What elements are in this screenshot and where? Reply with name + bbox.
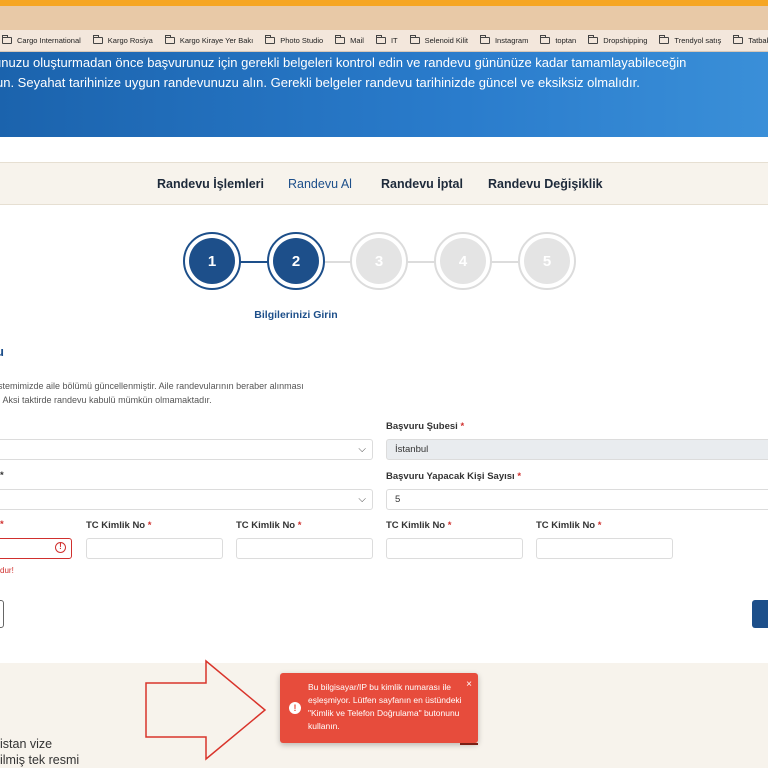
nav-randevu-al[interactable]: Randevu Al	[288, 177, 352, 191]
bookmark-instagram[interactable]: Instagram	[479, 35, 528, 45]
bookmark-it[interactable]: IT	[375, 35, 398, 45]
folder-icon	[335, 35, 346, 44]
folder-icon	[733, 35, 744, 44]
hero-banner: unuzu oluşturmadan önce başvurunuz için …	[0, 52, 768, 137]
step-connector-3	[407, 261, 435, 263]
tc-input-5[interactable]	[536, 538, 673, 559]
step-3: 3	[350, 232, 408, 290]
close-icon[interactable]: ×	[466, 678, 472, 691]
persons-label: Başvuru Yapacak Kişi Sayısı *	[386, 471, 522, 482]
footer-text-line-2: ilmiş tek resmi	[0, 753, 80, 767]
back-button[interactable]	[0, 600, 4, 628]
step-connector-1	[240, 261, 268, 263]
branch-field: İstanbul	[386, 439, 768, 460]
folder-icon	[2, 35, 12, 44]
tc-input-1-error[interactable]: !	[0, 538, 72, 559]
tc-label-3: TC Kimlik No *	[236, 520, 302, 531]
error-icon: !	[55, 542, 66, 553]
bookmark-cargo-international[interactable]: Cargo International	[2, 35, 81, 45]
folder-icon	[164, 35, 175, 44]
nav-randevu-degisiklik[interactable]: Randevu Değişiklik	[488, 177, 603, 191]
step-4: 4	[434, 232, 492, 290]
chevron-down-icon: ⌵	[358, 444, 366, 455]
folder-icon	[659, 35, 670, 44]
persons-field[interactable]: 5	[386, 489, 768, 510]
folder-icon	[540, 35, 551, 44]
step-2: 2	[267, 232, 325, 290]
tc-label-5: TC Kimlik No *	[536, 520, 602, 531]
select-field-left-2[interactable]: ⌵	[0, 489, 373, 510]
nav-randevu-iptal[interactable]: Randevu İptal	[381, 177, 463, 191]
bookmark-mail[interactable]: Mail	[335, 35, 364, 45]
step-1-number: 1	[189, 238, 235, 284]
footer-text-line-1: istan vize	[0, 737, 53, 751]
folder-icon	[92, 35, 103, 44]
bookmark-photo-studio[interactable]: Photo Studio	[265, 35, 323, 45]
tc-input-3[interactable]	[236, 538, 373, 559]
folder-icon	[409, 35, 420, 44]
toast-message: Bu bilgisayar/IP bu kimlik numarası ile …	[308, 682, 462, 731]
bookmark-kargo-kiraye[interactable]: Kargo Kiraye Yer Bakı	[164, 35, 253, 45]
bookmarks-bar: Cargo International Kargo Rosiya Kargo K…	[0, 30, 768, 52]
current-step-label: Bilgilerinizi Girin	[254, 309, 338, 321]
tc-label-4: TC Kimlik No *	[386, 520, 452, 531]
select-field-left-1[interactable]: ⌵	[0, 439, 373, 460]
hero-text-line-2: un. Seyahat tarihinize uygun randevunuzu…	[0, 75, 640, 90]
chevron-down-icon: ⌵	[358, 494, 366, 505]
bookmark-trendyol-satis[interactable]: Trendyol satış	[659, 35, 721, 45]
progress-stepper: 1 2 3 4 5	[0, 232, 768, 292]
step-connector-4	[491, 261, 519, 263]
tc-error-text: dur!	[0, 566, 14, 575]
step-2-number: 2	[273, 238, 319, 284]
step-connector-2	[324, 261, 352, 263]
tc-input-4[interactable]	[386, 538, 523, 559]
required-mark-tc-1: *	[0, 519, 4, 530]
bookmark-selenoid-kilit[interactable]: Selenoid Kilit	[409, 35, 468, 45]
section-title: u	[0, 344, 4, 359]
nav-randevu-islemleri[interactable]: Randevu İşlemleri	[157, 177, 264, 191]
branch-label: Başvuru Şubesi *	[386, 421, 465, 432]
step-5: 5	[518, 232, 576, 290]
bookmark-dropshipping[interactable]: Dropshipping	[588, 35, 647, 45]
error-toast: ! × Bu bilgisayar/IP bu kimlik numarası …	[280, 673, 478, 745]
folder-icon	[265, 35, 276, 44]
browser-tab-strip	[0, 6, 768, 30]
annotation-arrow	[145, 659, 267, 761]
folder-icon	[479, 35, 490, 44]
folder-icon	[588, 35, 599, 44]
next-button[interactable]	[752, 600, 768, 628]
bookmark-toptan[interactable]: toptan	[540, 35, 576, 45]
step-1: 1	[183, 232, 241, 290]
hero-text-line-1: unuzu oluşturmadan önce başvurunuz için …	[0, 55, 687, 70]
toast-timer-bar	[460, 743, 478, 745]
appointment-nav: Randevu İşlemleri Randevu Al Randevu İpt…	[0, 162, 768, 205]
step-5-number: 5	[524, 238, 570, 284]
family-notice: stemimizde aile bölümü güncellenmiştir. …	[0, 381, 304, 405]
tc-input-2[interactable]	[86, 538, 223, 559]
tc-label-2: TC Kimlik No *	[86, 520, 152, 531]
step-3-number: 3	[356, 238, 402, 284]
bookmark-tatbakal[interactable]: Tatbakal	[733, 35, 768, 45]
folder-icon	[375, 35, 386, 44]
required-mark-left: *	[0, 470, 4, 481]
step-4-number: 4	[440, 238, 486, 284]
bookmark-kargo-rosiya[interactable]: Kargo Rosiya	[92, 35, 153, 45]
alert-icon: !	[289, 702, 301, 714]
